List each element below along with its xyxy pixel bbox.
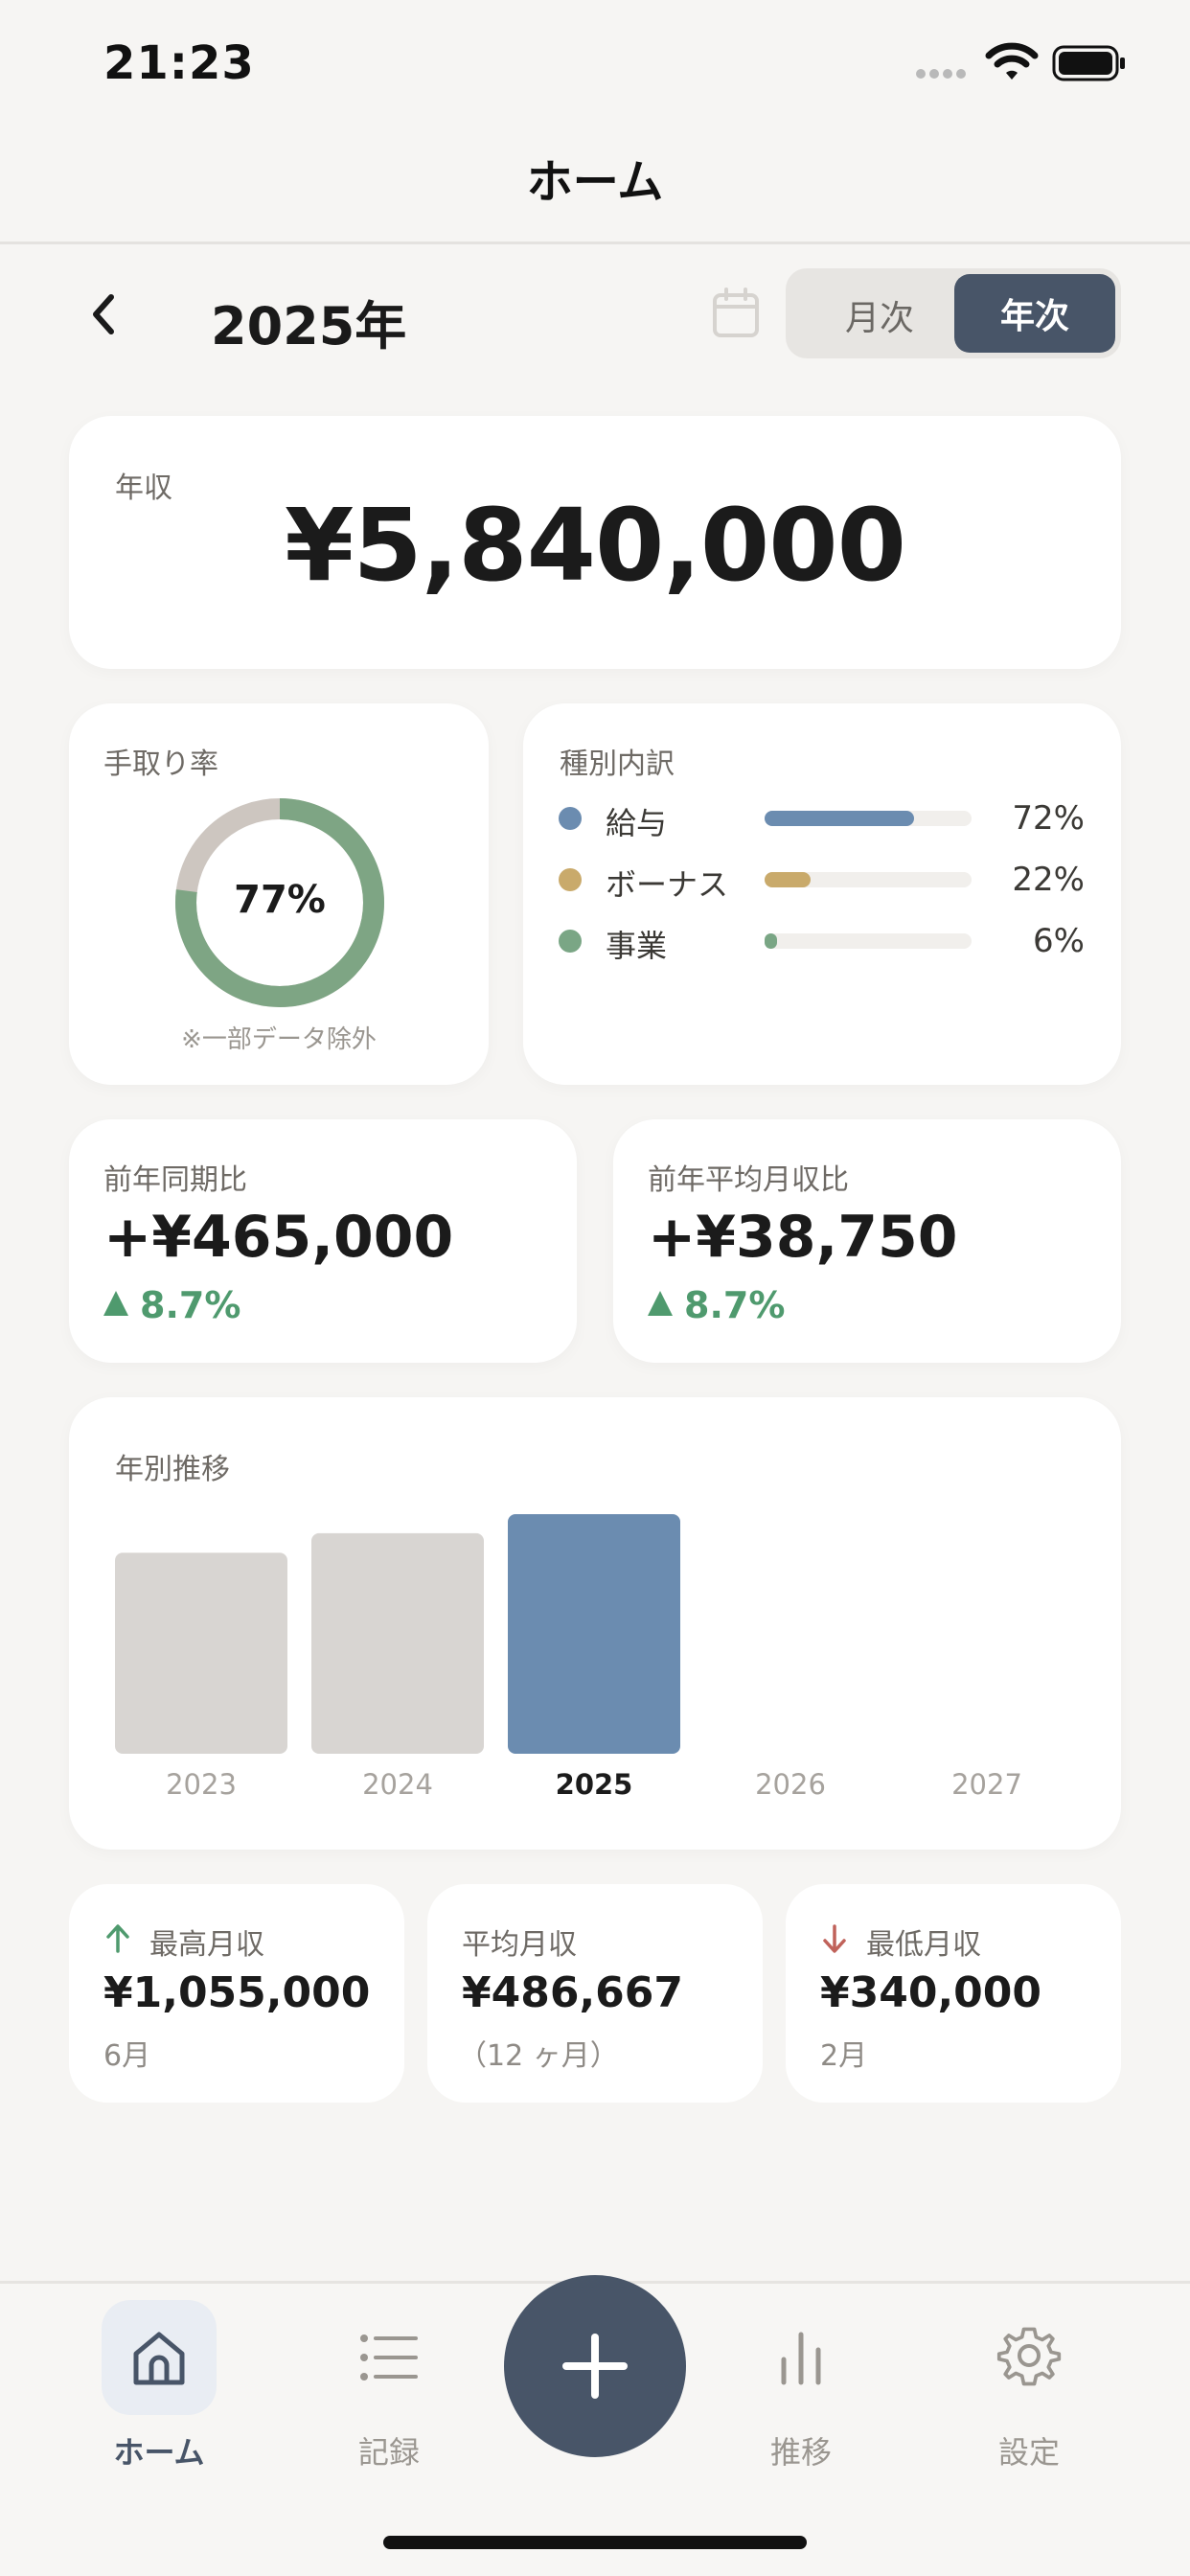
takehome-rate-value: 77% bbox=[234, 878, 326, 922]
tab-settings-label[interactable]: 設定 bbox=[952, 2428, 1106, 2472]
salary-color-dot bbox=[559, 807, 582, 830]
avg-monthly-label: 平均月収 bbox=[462, 1928, 577, 1962]
breakdown-label: 種別内訳 bbox=[560, 748, 675, 781]
wifi-icon bbox=[985, 42, 1039, 80]
bar-chart-icon[interactable] bbox=[774, 2327, 828, 2386]
min-monthly-value: ¥340,000 bbox=[820, 1968, 1042, 2017]
home-icon[interactable] bbox=[128, 2327, 190, 2388]
yoy-label: 前年同期比 bbox=[103, 1163, 247, 1197]
breakdown-bar-track bbox=[765, 811, 972, 826]
bonus-color-dot bbox=[559, 868, 582, 891]
x-tick-label-2025: 2025 bbox=[556, 1768, 633, 1801]
max-monthly-value: ¥1,055,000 bbox=[103, 1968, 371, 2017]
annual-income-value: ¥5,840,000 bbox=[285, 487, 906, 604]
arrow-up-icon bbox=[106, 1924, 129, 1953]
page-title: ホーム bbox=[526, 155, 664, 209]
breakdown-name: ボーナス bbox=[606, 866, 729, 903]
avg-compare-value: +¥38,750 bbox=[648, 1204, 958, 1271]
business-color-dot bbox=[559, 930, 582, 953]
bar-2025[interactable] bbox=[508, 1514, 680, 1754]
max-monthly-month: 6月 bbox=[103, 2039, 151, 2073]
add-record-button[interactable] bbox=[504, 2275, 686, 2457]
yoy-value: +¥465,000 bbox=[103, 1204, 454, 1271]
avg-monthly-period: （12 ヶ月） bbox=[458, 2039, 619, 2073]
status-time: 21:23 bbox=[103, 36, 255, 90]
gear-icon[interactable] bbox=[996, 2323, 1062, 2388]
calendar-icon[interactable] bbox=[711, 288, 761, 339]
arrow-down-icon bbox=[823, 1924, 846, 1953]
breakdown-bar-track bbox=[765, 933, 972, 949]
breakdown-bar-fill bbox=[765, 872, 811, 887]
max-monthly-label: 最高月収 bbox=[149, 1928, 264, 1962]
yoy-pct-text: 8.7% bbox=[140, 1284, 241, 1326]
breakdown-pct: 22% bbox=[1012, 861, 1085, 899]
home-indicator bbox=[383, 2536, 807, 2549]
avg-monthly-value: ¥486,667 bbox=[462, 1968, 684, 2017]
year-title: 2025年 bbox=[211, 296, 407, 356]
segment-yearly[interactable]: 年次 bbox=[954, 274, 1115, 353]
plus-icon bbox=[562, 2334, 628, 2399]
yearly-trend-chart: 2023 2024 2025 2026 2027 bbox=[115, 1514, 1022, 1801]
breakdown-pct: 72% bbox=[1012, 799, 1085, 838]
avg-compare-pct: 8.7% bbox=[648, 1284, 785, 1326]
segment-monthly[interactable]: 月次 bbox=[801, 278, 958, 353]
bar-2023[interactable] bbox=[115, 1552, 287, 1754]
breakdown-name: 事業 bbox=[606, 928, 668, 964]
tab-trend-label[interactable]: 推移 bbox=[724, 2428, 878, 2472]
tab-records-label[interactable]: 記録 bbox=[312, 2428, 466, 2472]
min-monthly-label: 最低月収 bbox=[866, 1928, 981, 1962]
avg-compare-pct-text: 8.7% bbox=[684, 1284, 786, 1326]
x-tick-label-2023: 2023 bbox=[166, 1768, 237, 1801]
yoy-pct: 8.7% bbox=[103, 1284, 240, 1326]
avg-compare-label: 前年平均月収比 bbox=[648, 1163, 849, 1197]
up-triangle-icon bbox=[648, 1291, 673, 1316]
back-chevron-icon[interactable] bbox=[79, 288, 132, 341]
takehome-note: ※一部データ除外 bbox=[181, 1025, 377, 1054]
breakdown-pct: 6% bbox=[1033, 922, 1085, 960]
nav-divider bbox=[0, 242, 1190, 244]
x-tick-label-2024: 2024 bbox=[362, 1768, 433, 1801]
x-tick-label-2026: 2026 bbox=[755, 1768, 826, 1801]
up-triangle-icon bbox=[103, 1291, 128, 1316]
bar-2024[interactable] bbox=[311, 1532, 484, 1754]
takehome-rate-label: 手取り率 bbox=[103, 748, 218, 781]
list-icon[interactable] bbox=[358, 2329, 420, 2386]
min-monthly-month: 2月 bbox=[820, 2039, 868, 2073]
breakdown-name: 給与 bbox=[606, 805, 668, 841]
tab-home-label[interactable]: ホーム bbox=[82, 2428, 236, 2472]
breakdown-bar-track bbox=[765, 872, 972, 887]
breakdown-bar-fill bbox=[765, 933, 777, 949]
breakdown-bar-fill bbox=[765, 811, 914, 826]
x-tick-label-2027: 2027 bbox=[951, 1768, 1022, 1801]
battery-icon bbox=[1052, 45, 1125, 81]
